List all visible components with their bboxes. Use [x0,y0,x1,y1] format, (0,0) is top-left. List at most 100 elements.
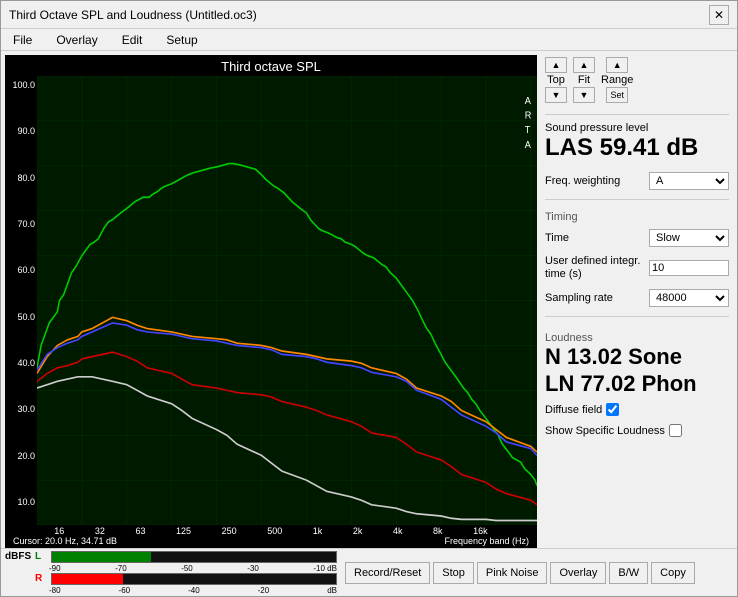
pink-noise-button[interactable]: Pink Noise [477,562,548,584]
svg-text:A: A [525,139,532,151]
fit-down-button[interactable]: ▼ [573,87,595,103]
buttons-section: Record/Reset Stop Pink Noise Overlay B/W… [341,562,699,584]
loudness-ln-value: LN 77.02 Phon [545,371,729,397]
window-title: Third Octave SPL and Loudness (Untitled.… [9,8,257,22]
x-label-125: 125 [176,526,191,536]
title-bar: Third Octave SPL and Loudness (Untitled.… [1,1,737,29]
l-meter-fill [52,552,151,562]
chart-panel: Third octave SPL 100.0 90.0 80.0 70.0 60… [5,55,537,548]
x-label-32: 32 [95,526,105,536]
r-meter [51,573,337,585]
record-reset-button[interactable]: Record/Reset [345,562,430,584]
menu-file[interactable]: File [9,33,36,47]
bw-button[interactable]: B/W [609,562,648,584]
svg-text:R: R [525,110,532,122]
dbfs-label: dBFS [5,551,33,562]
sampling-rate-row: Sampling rate 4800044100 [545,289,729,307]
tick-r-1: -80 [49,586,61,595]
y-label-10: 10.0 [9,497,35,507]
loudness-n-value: N 13.02 Sone [545,344,729,370]
tick-r-3: -40 [188,586,200,595]
y-label-100: 100.0 [9,80,35,90]
x-axis-title: Frequency band (Hz) [444,536,529,546]
tick-l-1: -90 [49,564,61,573]
set-button[interactable]: Set [606,87,628,103]
dbfs-ticks-top: -90 -70 -50 -30 -10 dB [49,564,337,573]
y-label-70: 70.0 [9,219,35,229]
x-label-16k: 16k [473,526,488,536]
y-axis: 100.0 90.0 80.0 70.0 60.0 50.0 40.0 30.0… [5,76,37,525]
l-label: L [35,551,49,562]
y-label-50: 50.0 [9,312,35,322]
loudness-title: Loudness [545,332,729,344]
spl-value: LAS 59.41 dB [545,134,729,162]
chart-body: 100.0 90.0 80.0 70.0 60.0 50.0 40.0 30.0… [5,76,537,525]
menu-setup[interactable]: Setup [162,33,201,47]
top-up-button[interactable]: ▲ [545,57,567,73]
tick-r-4: -20 [258,586,270,595]
chart-svg: A R T A [37,76,537,525]
cursor-info: Cursor: 20.0 Hz, 34.71 dB [13,536,117,546]
tick-l-5: -10 dB [313,564,337,573]
dbfs-r-row: R [5,573,337,585]
user-integr-row: User defined integr. time (s) [545,255,729,281]
y-label-30: 30.0 [9,404,35,414]
diffuse-field-checkbox[interactable] [606,403,619,416]
svg-text:A: A [525,96,532,108]
user-integr-input[interactable] [649,260,729,276]
stop-button[interactable]: Stop [433,562,474,584]
diffuse-field-row: Diffuse field [545,403,729,416]
cursor-freq-row: Cursor: 20.0 Hz, 34.71 dB Frequency band… [5,536,537,548]
close-button[interactable]: ✕ [709,5,729,25]
tick-l-4: -30 [247,564,259,573]
chart-svg-area: A R T A [37,76,537,525]
x-label-500: 500 [267,526,282,536]
nav-controls: ▲ Top ▼ ▲ Fit ▼ ▲ Range Set [545,57,729,103]
x-label-250: 250 [222,526,237,536]
top-nav-group: ▲ Top ▼ [545,57,567,103]
timing-title: Timing [545,211,729,223]
time-select[interactable]: SlowFast [649,229,729,247]
range-nav-group: ▲ Range Set [601,57,633,103]
spl-section: Sound pressure level LAS 59.41 dB [545,122,729,162]
fit-up-button[interactable]: ▲ [573,57,595,73]
freq-weighting-row: Freq. weighting ABCZ [545,172,729,190]
loudness-section: Loudness N 13.02 Sone LN 77.02 Phon [545,328,729,397]
x-label-2k: 2k [353,526,363,536]
tick-l-2: -70 [115,564,127,573]
divider-2 [545,199,729,200]
x-label-16: 16 [54,526,64,536]
show-specific-label: Show Specific Loudness [545,425,665,437]
dbfs-ticks-bottom-row: -80 -60 -40 -20 dB [5,586,337,595]
y-label-90: 90.0 [9,126,35,136]
tick-l-3: -50 [181,564,193,573]
right-panel: ▲ Top ▼ ▲ Fit ▼ ▲ Range Set Sound pre [537,51,737,548]
y-label-20: 20.0 [9,451,35,461]
x-label-1k: 1k [313,526,323,536]
fit-nav-group: ▲ Fit ▼ [573,57,595,103]
top-down-button[interactable]: ▼ [545,87,567,103]
l-meter [51,551,337,563]
top-label: Top [547,74,565,86]
dbfs-ticks-bottom: -80 -60 -40 -20 dB [49,586,337,595]
x-axis-labels: 16 32 63 125 250 500 1k 2k 4k 8k 16k [5,525,537,536]
show-specific-checkbox[interactable] [669,424,682,437]
sampling-rate-select[interactable]: 4800044100 [649,289,729,307]
r-label: R [35,573,49,584]
bottom-bar: dBFS L -90 -70 -50 -30 -10 dB R [1,548,737,596]
fit-label: Fit [578,74,590,86]
copy-button[interactable]: Copy [651,562,695,584]
overlay-button[interactable]: Overlay [550,562,606,584]
divider-3 [545,316,729,317]
x-label-8k: 8k [433,526,443,536]
dbfs-ticks-top-row: -90 -70 -50 -30 -10 dB [5,564,337,573]
range-up-button[interactable]: ▲ [606,57,628,73]
menu-edit[interactable]: Edit [118,33,147,47]
diffuse-field-label: Diffuse field [545,404,602,416]
chart-title: Third octave SPL [5,55,537,76]
menu-overlay[interactable]: Overlay [52,33,101,47]
freq-weighting-select[interactable]: ABCZ [649,172,729,190]
x-label-63: 63 [135,526,145,536]
x-label-4k: 4k [393,526,403,536]
tick-r-5: dB [327,586,337,595]
